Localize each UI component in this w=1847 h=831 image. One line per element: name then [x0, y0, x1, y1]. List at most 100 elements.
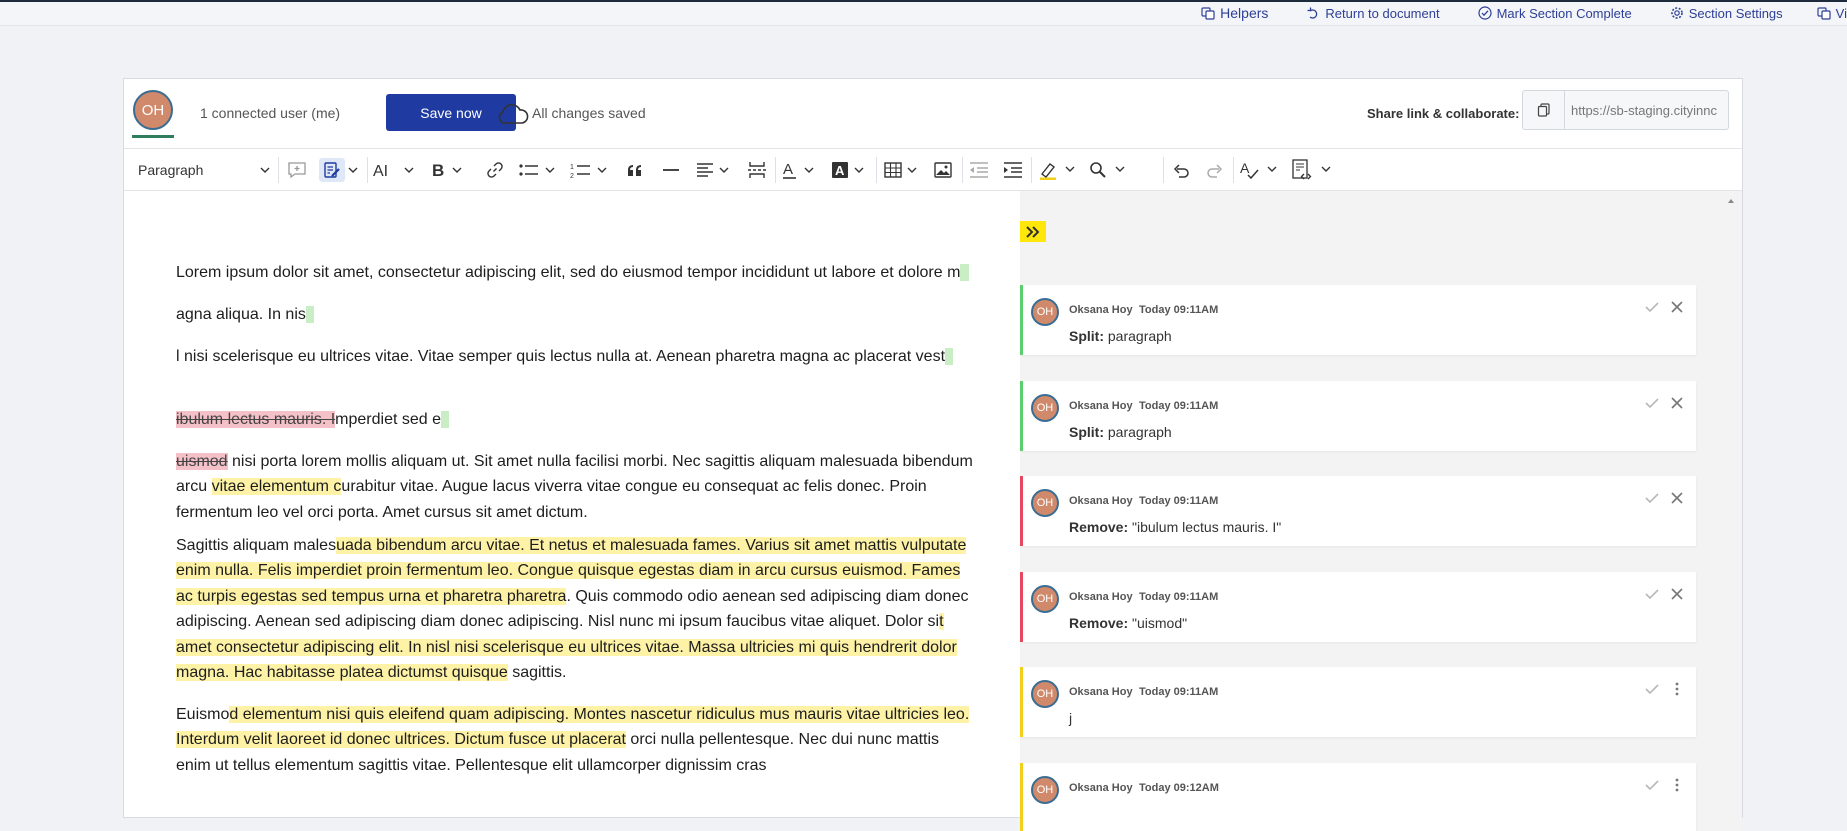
section-settings-link[interactable]: Section Settings — [1670, 6, 1783, 21]
link-button[interactable] — [484, 158, 506, 182]
avatar: OH — [1031, 298, 1059, 326]
numbered-list-button[interactable]: 12 — [570, 158, 610, 182]
numbered-list-icon: 12 — [570, 164, 607, 179]
paragraph[interactable]: Sagittis aliquam malesuada bibendum arcu… — [176, 533, 976, 685]
bold-icon: B — [432, 161, 462, 180]
background-color-icon: A — [832, 162, 864, 178]
page-break-button[interactable] — [746, 158, 768, 182]
suggestion-card[interactable]: OH Oksana Hoy Today 09:11AM Remove: "ibu… — [1020, 476, 1696, 546]
paragraph-style-value: Paragraph — [138, 162, 204, 178]
source-editing-button[interactable] — [1292, 158, 1336, 182]
comment-card[interactable]: OH Oksana Hoy Today 09:12AM — [1020, 763, 1696, 831]
comment-author: Oksana Hoy — [1069, 686, 1133, 698]
bold-button[interactable]: B — [430, 158, 466, 182]
comment-options-button[interactable] — [1668, 680, 1686, 698]
collapse-panel-button[interactable] — [1020, 221, 1046, 242]
horizontal-line-button[interactable] — [660, 158, 682, 182]
view-icon — [1817, 7, 1831, 20]
alignment-button[interactable] — [696, 158, 732, 182]
resolve-comment-button[interactable] — [1643, 776, 1661, 794]
paragraph-style-select[interactable]: Paragraph — [138, 158, 270, 182]
redo-button[interactable] — [1204, 158, 1226, 182]
paragraph[interactable]: l nisi scelerisque eu ultrices vitae. Vi… — [176, 344, 976, 369]
panel-scrollbar[interactable] — [1720, 191, 1742, 831]
helpers-link[interactable]: Helpers — [1201, 5, 1268, 21]
comment-time: Today 09:11AM — [1139, 495, 1219, 507]
more-vertical-icon — [1675, 778, 1679, 792]
comment-card[interactable]: OH Oksana Hoy Today 09:11AM j — [1020, 667, 1696, 737]
comment-options-button[interactable] — [1668, 776, 1686, 794]
paragraph[interactable]: Lorem ipsum dolor sit amet, consectetur … — [176, 260, 976, 285]
reject-suggestion-button[interactable] — [1668, 394, 1686, 412]
highlight-button[interactable] — [1038, 158, 1078, 182]
resolve-comment-button[interactable] — [1643, 680, 1661, 698]
commented-text: vitae elementum c — [211, 478, 342, 496]
more-vertical-icon — [1675, 682, 1679, 696]
insert-image-button[interactable] — [932, 158, 954, 182]
share-link-box — [1522, 90, 1729, 130]
font-size-button[interactable]: AI — [373, 158, 415, 182]
svg-text:2: 2 — [570, 173, 574, 179]
accept-suggestion-button[interactable] — [1643, 298, 1661, 316]
check-icon — [1645, 589, 1659, 600]
outdent-button[interactable] — [968, 158, 990, 182]
suggestion-card[interactable]: OH Oksana Hoy Today 09:11AM Split: parag… — [1020, 285, 1696, 355]
insert-table-button[interactable] — [884, 158, 920, 182]
view-link-partial[interactable]: Vi — [1817, 6, 1847, 21]
svg-text:1: 1 — [570, 164, 574, 171]
paragraph[interactable]: ibulum lectus mauris. Imperdiet sed e| — [176, 407, 976, 432]
bulleted-list-button[interactable] — [518, 158, 558, 182]
formatting-toolbar: Paragraph AI B 12 A A A — [124, 149, 1742, 191]
accept-suggestion-button[interactable] — [1643, 585, 1661, 603]
reject-suggestion-button[interactable] — [1668, 489, 1686, 507]
track-changes-button[interactable] — [319, 158, 345, 182]
deleted-text: ibulum lectus mauris. I — [176, 411, 336, 428]
suggestion-card[interactable]: OH Oksana Hoy Today 09:11AM Split: parag… — [1020, 381, 1696, 451]
avatar-initials: OH — [1036, 497, 1054, 509]
svg-text:A: A — [835, 163, 845, 178]
section-settings-label: Section Settings — [1688, 5, 1783, 21]
document-body[interactable]: Lorem ipsum dolor sit amet, consectetur … — [124, 191, 1020, 831]
reject-suggestion-button[interactable] — [1668, 298, 1686, 316]
indent-icon — [1004, 162, 1022, 178]
chevron-down-icon — [348, 167, 358, 173]
insert-comment-button[interactable] — [285, 158, 309, 182]
reject-suggestion-button[interactable] — [1668, 585, 1686, 603]
background-color-button[interactable]: A — [832, 158, 868, 182]
avatar: OH — [1031, 680, 1059, 708]
avatar-initials: OH — [1036, 688, 1054, 700]
paragraph[interactable]: uismod nisi porta lorem mollis aliquam u… — [176, 449, 976, 525]
inserted-paragraph-marker: | — [441, 411, 450, 428]
find-replace-button[interactable] — [1088, 158, 1128, 182]
suggestion-card[interactable]: OH Oksana Hoy Today 09:11AM Remove: "uis… — [1020, 572, 1696, 642]
accept-suggestion-button[interactable] — [1643, 394, 1661, 412]
mark-section-complete-link[interactable]: Mark Section Complete — [1477, 6, 1632, 21]
suggestion-text: "ibulum lectus mauris. I" — [1132, 519, 1282, 535]
undo-icon — [1173, 164, 1189, 178]
comment-time: Today 09:11AM — [1139, 686, 1219, 698]
return-label: Return to document — [1325, 5, 1440, 21]
accept-suggestion-button[interactable] — [1643, 489, 1661, 507]
avatar[interactable]: OH — [133, 90, 173, 130]
close-icon — [1671, 301, 1683, 313]
avatar-underline — [132, 135, 174, 138]
comment-time: Today 09:11AM — [1139, 304, 1219, 316]
paragraph[interactable]: Euismod elementum nisi quis eleifend qua… — [176, 702, 976, 778]
paragraph[interactable]: agna aliqua. In nis| — [176, 302, 976, 327]
indent-button[interactable] — [1002, 158, 1024, 182]
copy-link-button[interactable] — [1523, 91, 1565, 129]
close-icon — [1671, 588, 1683, 600]
add-comment-icon — [288, 162, 306, 179]
gear-icon — [1670, 7, 1683, 19]
share-url-input[interactable] — [1571, 100, 1719, 120]
blockquote-button[interactable] — [624, 158, 646, 182]
font-color-button[interactable]: A — [782, 158, 818, 182]
editor: OH 1 connected user (me) Save now All ch… — [123, 78, 1743, 831]
track-changes-dropdown[interactable] — [346, 158, 360, 182]
suggestion-type: Split: — [1069, 424, 1104, 440]
undo-button[interactable] — [1170, 158, 1192, 182]
return-to-document-link[interactable]: Return to document — [1306, 5, 1440, 21]
view-label: Vi — [1835, 5, 1847, 21]
paragraph-text: mperdiet sed e — [335, 411, 442, 428]
spell-check-button[interactable]: A — [1240, 158, 1280, 182]
